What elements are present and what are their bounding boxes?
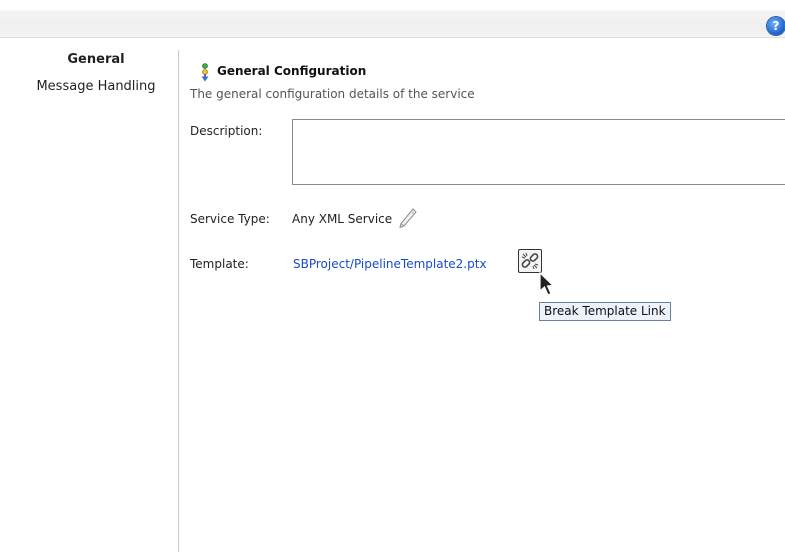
sidebar-item-general[interactable]: General bbox=[14, 50, 178, 70]
tooltip: Break Template Link bbox=[539, 302, 671, 321]
service-type-label: Service Type: bbox=[190, 212, 270, 226]
section-subtitle: The general configuration details of the… bbox=[190, 87, 475, 101]
template-link[interactable]: SBProject/PipelineTemplate2.ptx bbox=[293, 257, 487, 271]
description-field[interactable] bbox=[292, 119, 785, 185]
template-label: Template: bbox=[190, 257, 249, 271]
sidebar-item-message-handling[interactable]: Message Handling bbox=[14, 77, 178, 97]
mouse-cursor-icon bbox=[539, 272, 555, 296]
section-title: General Configuration bbox=[217, 64, 367, 78]
pencil-icon[interactable] bbox=[398, 207, 418, 229]
break-link-icon bbox=[521, 252, 539, 270]
service-type-value: Any XML Service bbox=[292, 212, 393, 226]
sidebar: General Message Handling bbox=[14, 50, 179, 552]
break-template-link-button[interactable] bbox=[518, 249, 542, 273]
description-label: Description: bbox=[190, 124, 263, 138]
configuration-icon bbox=[201, 63, 209, 82]
main-panel: General Configuration The general config… bbox=[190, 0, 785, 552]
